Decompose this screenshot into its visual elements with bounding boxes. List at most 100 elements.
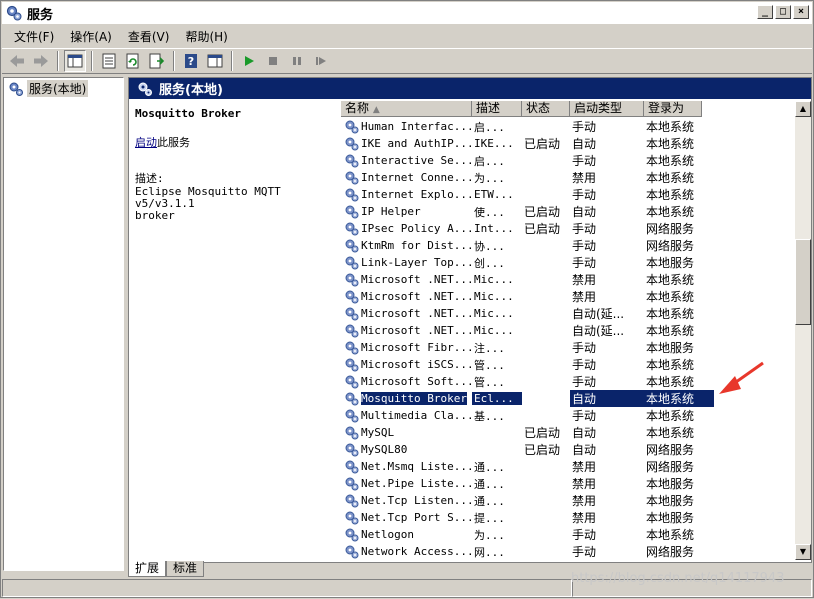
service-gear-icon: [345, 273, 359, 287]
stop-button[interactable]: [262, 50, 284, 72]
service-row[interactable]: Human Interfac... 启... 手动 本地系统: [341, 118, 795, 135]
tree-pane: 服务(本地): [3, 77, 124, 571]
start-line: 启动此服务: [135, 134, 333, 150]
service-log-on-as: 本地系统: [646, 426, 695, 440]
back-button[interactable]: [6, 50, 28, 72]
service-row[interactable]: Microsoft .NET... Mic... 禁用 本地系统: [341, 271, 795, 288]
service-gear-icon: [345, 409, 359, 423]
service-description: ETW...: [474, 188, 514, 201]
service-row[interactable]: Interactive Se... 启... 手动 本地系统: [341, 152, 795, 169]
service-gear-icon: [345, 154, 359, 168]
service-row[interactable]: Multimedia Cla... 基... 手动 本地系统: [341, 407, 795, 424]
pause-button[interactable]: [286, 50, 308, 72]
service-startup-type: 自动: [572, 137, 597, 151]
pane-header: 服务(本地): [129, 78, 811, 99]
service-startup-type: 手动: [572, 222, 597, 236]
restart-button[interactable]: [310, 50, 332, 72]
start-button[interactable]: [238, 50, 260, 72]
service-row[interactable]: Microsoft Soft... 管... 手动 本地系统: [341, 373, 795, 390]
service-row[interactable]: Microsoft iSCS... 管... 手动 本地系统: [341, 356, 795, 373]
refresh-button[interactable]: [122, 50, 144, 72]
start-service-link[interactable]: 启动: [135, 136, 157, 149]
service-log-on-as: 本地系统: [646, 171, 695, 185]
service-row[interactable]: MySQL 已启动 自动 本地系统: [341, 424, 795, 441]
properties-button[interactable]: [98, 50, 120, 72]
service-row[interactable]: IP Helper 使... 已启动 自动 本地系统: [341, 203, 795, 220]
service-row[interactable]: Internet Conne... 为... 禁用 本地系统: [341, 169, 795, 186]
scroll-up-arrow[interactable]: ▲: [795, 101, 811, 117]
column-header-status[interactable]: 状态: [522, 101, 570, 117]
tab-standard[interactable]: 标准: [166, 561, 205, 577]
service-gear-icon: [345, 426, 359, 440]
column-header-name[interactable]: 名称 ▲: [341, 101, 472, 117]
service-status: 已启动: [524, 222, 561, 236]
show-console-button[interactable]: [204, 50, 226, 72]
service-description: Ecl...: [472, 392, 522, 405]
service-log-on-as: 本地系统: [646, 324, 695, 338]
tab-extended[interactable]: 扩展: [128, 561, 167, 577]
service-row[interactable]: Microsoft .NET... Mic... 自动(延... 本地系统: [341, 322, 795, 339]
service-name: Net.Tcp Listen...: [361, 494, 472, 507]
start-icon: [245, 56, 254, 66]
service-startup-type: 自动: [572, 426, 597, 440]
column-header-description[interactable]: 描述: [472, 101, 522, 117]
service-log-on-as: 网络服务: [646, 545, 695, 559]
minimize-button[interactable]: _: [757, 5, 773, 19]
service-row[interactable]: Net.Pipe Liste... 通... 禁用 本地服务: [341, 475, 795, 492]
service-status: 已启动: [524, 137, 561, 151]
service-gear-icon: [345, 290, 359, 304]
scroll-thumb[interactable]: [795, 239, 811, 325]
tree-item-services-local[interactable]: 服务(本地): [8, 80, 89, 97]
service-row[interactable]: Net.Tcp Port S... 提... 禁用 本地服务: [341, 509, 795, 526]
service-gear-icon: [345, 324, 359, 338]
column-header-log-on-as[interactable]: 登录为: [644, 101, 702, 117]
service-row[interactable]: Netlogon 为... 手动 本地系统: [341, 526, 795, 543]
service-name: KtmRm for Dist...: [361, 239, 472, 252]
help-button[interactable]: ?: [180, 50, 202, 72]
export-button[interactable]: [146, 50, 168, 72]
service-row[interactable]: Internet Explo... ETW... 手动 本地系统: [341, 186, 795, 203]
menu-view[interactable]: 查看(V): [120, 28, 178, 45]
menu-file[interactable]: 文件(F): [6, 28, 62, 45]
close-button[interactable]: ×: [793, 5, 809, 19]
service-row[interactable]: Microsoft .NET... Mic... 禁用 本地系统: [341, 288, 795, 305]
service-row[interactable]: Network Access... 网... 手动 网络服务: [341, 543, 795, 560]
service-startup-type: 自动(延...: [572, 324, 625, 338]
service-description: Mic...: [474, 324, 514, 337]
maximize-button[interactable]: □: [775, 5, 791, 19]
service-name: IKE and AuthIP...: [361, 137, 472, 150]
pause-icon: [293, 57, 301, 65]
service-row[interactable]: Mosquitto Broker Ecl... 自动 本地系统: [341, 390, 795, 407]
forward-button[interactable]: [30, 50, 52, 72]
service-row[interactable]: IPsec Policy A... Int... 已启动 手动 网络服务: [341, 220, 795, 237]
service-row[interactable]: Net.Msmq Liste... 通... 禁用 网络服务: [341, 458, 795, 475]
stop-icon: [269, 57, 277, 65]
service-row[interactable]: Net.Tcp Listen... 通... 禁用 本地服务: [341, 492, 795, 509]
service-detail: Mosquitto Broker 启动此服务 描述: Eclipse Mosqu…: [129, 99, 339, 562]
service-row[interactable]: MySQL80 已启动 自动 网络服务: [341, 441, 795, 458]
service-description: 使...: [474, 205, 505, 219]
service-log-on-as: 网络服务: [646, 239, 695, 253]
menu-action[interactable]: 操作(A): [62, 28, 120, 45]
service-row[interactable]: Microsoft Fibr... 注... 手动 本地服务: [341, 339, 795, 356]
watermark: https://blog.csdn.net/q14117943: [571, 571, 785, 586]
menu-help[interactable]: 帮助(H): [177, 28, 235, 45]
scroll-down-arrow[interactable]: ▼: [795, 544, 811, 560]
service-startup-type: 自动: [572, 205, 597, 219]
service-row[interactable]: KtmRm for Dist... 协... 手动 网络服务: [341, 237, 795, 254]
service-startup-type: 手动: [572, 188, 597, 202]
service-row[interactable]: Microsoft .NET... Mic... 自动(延... 本地系统: [341, 305, 795, 322]
vertical-scrollbar[interactable]: ▲ ▼: [795, 101, 811, 560]
service-log-on-as: 本地系统: [646, 188, 695, 202]
service-startup-type: 自动: [572, 443, 597, 457]
service-name: Netlogon: [361, 528, 414, 541]
service-row[interactable]: IKE and AuthIP... IKE... 已启动 自动 本地系统: [341, 135, 795, 152]
column-header-startup-type[interactable]: 启动类型: [570, 101, 644, 117]
service-startup-type: 手动: [572, 256, 597, 270]
show-tree-button[interactable]: [64, 50, 86, 72]
service-startup-type: 手动: [572, 545, 597, 559]
service-row[interactable]: Link-Layer Top... 创... 手动 本地服务: [341, 254, 795, 271]
services-gear-icon: [138, 82, 152, 96]
service-description: 基...: [474, 409, 505, 423]
show-console-icon: [207, 54, 223, 68]
